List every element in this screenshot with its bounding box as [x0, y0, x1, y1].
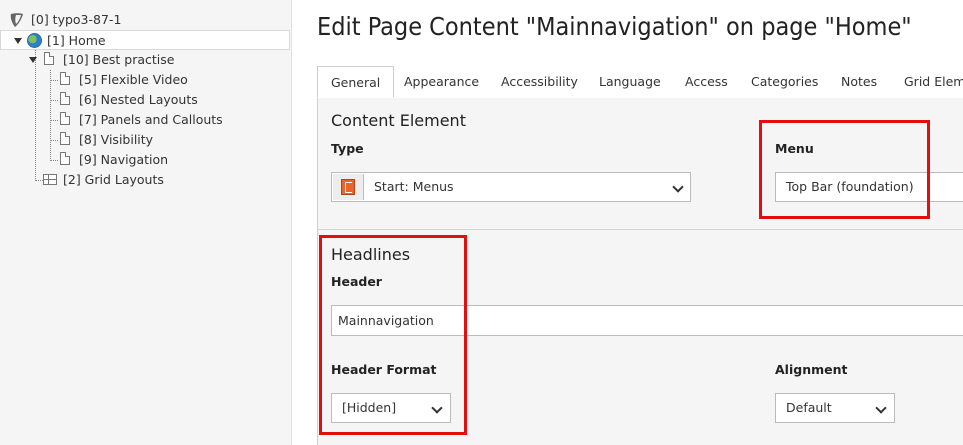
page-icon — [60, 132, 70, 145]
tree-node-label: [0] typo3-87-1 — [31, 12, 122, 27]
page-icon — [60, 72, 70, 85]
tree-node-home[interactable]: [1] Home — [0, 30, 290, 50]
tab-categories[interactable]: Categories — [738, 66, 831, 97]
collapse-icon[interactable] — [29, 57, 37, 63]
globe-icon — [27, 33, 42, 48]
collapse-icon[interactable] — [14, 38, 22, 44]
typo3-logo-icon — [10, 13, 23, 27]
grid-layout-icon — [43, 174, 57, 185]
tree-node-grid-layouts[interactable]: [2] Grid Layouts — [0, 170, 290, 190]
section-divider — [318, 229, 963, 230]
content-type-menu-icon — [333, 174, 364, 200]
page-title: Edit Page Content "Mainnavigation" on pa… — [317, 12, 912, 41]
tree-node-label: [2] Grid Layouts — [63, 172, 164, 187]
tree-node-label: [9] Navigation — [79, 152, 169, 167]
tab-appearance[interactable]: Appearance — [391, 66, 492, 97]
tab-accessibility[interactable]: Accessibility — [488, 66, 591, 97]
tab-access[interactable]: Access — [672, 66, 741, 97]
content-element-section-title: Content Element — [331, 111, 466, 130]
tree-node-root[interactable]: [0] typo3-87-1 — [8, 10, 288, 30]
menu-highlight-box — [759, 120, 930, 219]
tree-node-label: [6] Nested Layouts — [79, 92, 198, 107]
tree-node-label: [10] Best practise — [63, 52, 175, 67]
chevron-down-icon — [875, 402, 887, 414]
tree-node-navigation[interactable]: [9] Navigation — [0, 150, 290, 170]
chevron-down-icon — [672, 181, 684, 193]
alignment-value: Default — [786, 400, 832, 415]
tree-node-label: [5] Flexible Video — [79, 72, 188, 87]
tab-general[interactable]: General — [317, 66, 395, 98]
tree-node-panels-callouts[interactable]: [7] Panels and Callouts — [0, 110, 290, 130]
page-icon — [60, 112, 70, 125]
page-icon — [60, 152, 70, 165]
page-tree: [0] typo3-87-1 [1] Home [10] Best practi… — [0, 0, 292, 445]
headlines-highlight-box — [319, 235, 467, 435]
tree-node-flexible-video[interactable]: [5] Flexible Video — [0, 70, 290, 90]
tab-language[interactable]: Language — [586, 66, 674, 97]
tree-node-label: [8] Visibility — [79, 132, 154, 147]
tree-node-label: [7] Panels and Callouts — [79, 112, 223, 127]
tree-node-label: [1] Home — [47, 33, 106, 48]
tree-node-best-practise[interactable]: [10] Best practise — [0, 50, 290, 70]
alignment-label: Alignment — [775, 362, 848, 377]
type-select[interactable]: Start: Menus — [331, 172, 691, 202]
page-icon — [60, 92, 70, 105]
page-icon — [44, 52, 54, 65]
tab-grid-elements[interactable]: Grid Eleme — [891, 66, 963, 97]
tree-node-visibility[interactable]: [8] Visibility — [0, 130, 290, 150]
tab-notes[interactable]: Notes — [828, 66, 890, 97]
type-label: Type — [331, 141, 364, 156]
type-select-value: Start: Menus — [374, 179, 454, 194]
alignment-select[interactable]: Default — [775, 393, 895, 423]
tab-bar: General Appearance Accessibility Languag… — [317, 66, 963, 99]
tree-node-nested-layouts[interactable]: [6] Nested Layouts — [0, 90, 290, 110]
